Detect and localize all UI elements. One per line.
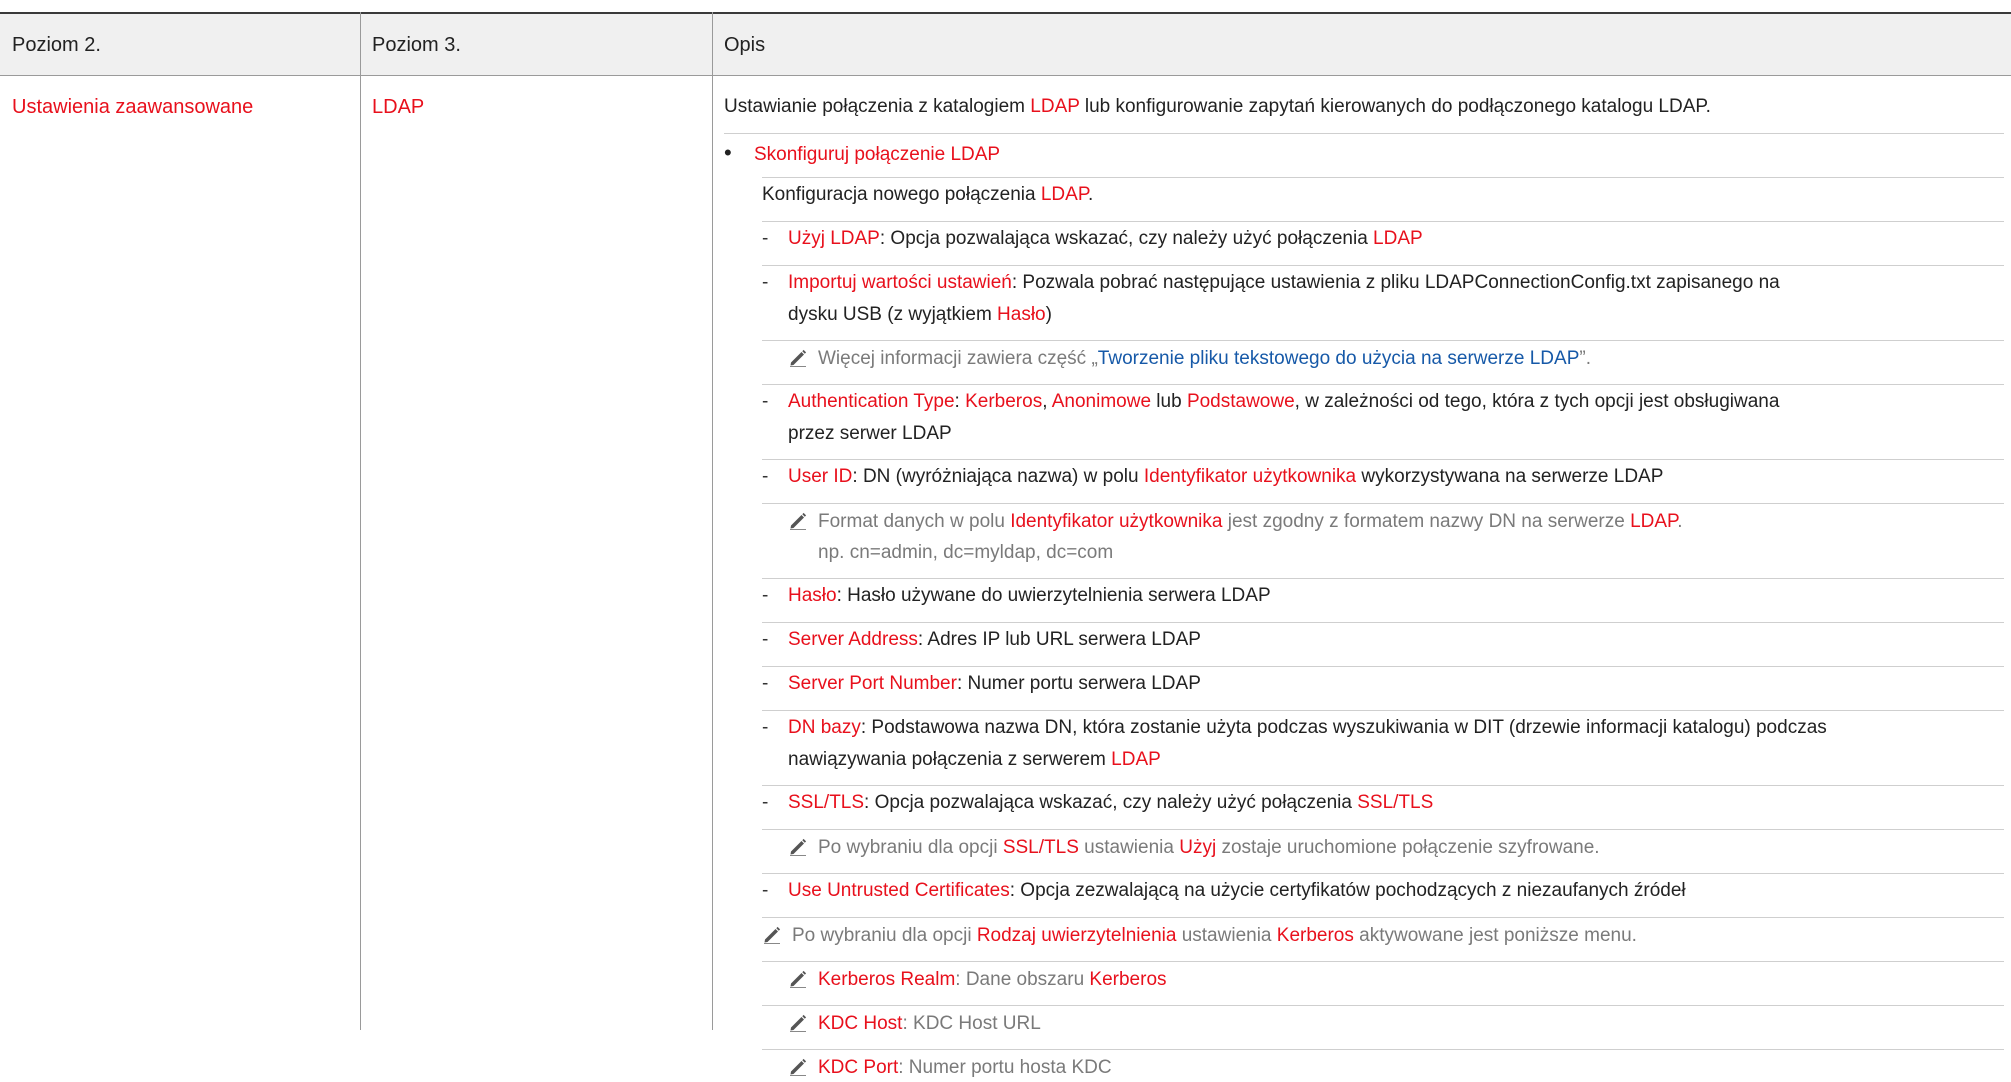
note-kdc-port: KDC Port: Numer portu hosta KDC — [788, 1056, 1112, 1082]
item-server-address: - Server Address: Adres IP lub URL serwer… — [762, 629, 1201, 650]
link-text-file[interactable]: Tworzenie pliku tekstowego do użycia na … — [1098, 348, 1580, 369]
item-server-port: - Server Port Number: Numer portu serwera… — [762, 673, 1201, 694]
note-kerberos-realm: Kerberos Realm: Dane obszaru Kerberos — [788, 968, 1167, 994]
header-description: Opis — [724, 34, 766, 56]
pencil-icon — [762, 924, 792, 950]
level3-cell: LDAP — [372, 96, 425, 118]
item-import-line2: dysku USB (z wyjątkiem Hasło) — [788, 304, 1052, 325]
pencil-icon — [788, 1012, 818, 1038]
pencil-icon — [788, 836, 818, 862]
header-level2: Poziom 2. — [12, 34, 101, 56]
note-user-id-example: np. cn=admin, dc=myldap, dc=com — [818, 542, 1114, 563]
bullet-dot: • — [724, 140, 732, 165]
item-auth-type: - Authentication Type: Kerberos, Anonimow… — [762, 391, 1780, 412]
bullet-configure: • Skonfiguruj połączenie LDAP — [724, 140, 1001, 165]
item-uzyj-ldap: - Użyj LDAP: Opcja pozwalająca wskazać, c… — [762, 228, 1423, 249]
level2-cell: Ustawienia zaawansowane — [12, 96, 254, 118]
intro-text: Ustawianie połączenia z katalogiem LDAP … — [724, 96, 1711, 117]
description-cell: Ustawianie połączenia z katalogiem LDAP … — [724, 76, 2004, 1078]
item-dn-line2: nawiązywania połączenia z serwerem LDAP — [788, 749, 1161, 770]
item-auth-line2: przez serwer LDAP — [788, 423, 952, 444]
pencil-icon — [788, 347, 818, 373]
pencil-icon — [788, 510, 818, 536]
item-dn-bazy: - DN bazy: Podstawowa nazwa DN, która zos… — [762, 717, 1827, 738]
header-level3: Poziom 3. — [372, 34, 461, 56]
note-kdc-host: KDC Host: KDC Host URL — [788, 1012, 1041, 1038]
item-haslo: - Hasło: Hasło używane do uwierzytelnieni… — [762, 585, 1271, 606]
row-separator — [724, 133, 2004, 134]
note-kerberos: Po wybraniu dla opcji Rodzaj uwierzyteln… — [762, 924, 1637, 950]
item-ssl-tls: - SSL/TLS: Opcja pozwalająca wskazać, czy… — [762, 792, 1434, 813]
pencil-icon — [788, 1056, 818, 1082]
note-ssl: Po wybraniu dla opcji SSL/TLS ustawienia… — [788, 836, 1600, 862]
config-text: Konfiguracja nowego połączenia LDAP. — [762, 184, 1094, 205]
pencil-icon — [788, 968, 818, 994]
table-header: Poziom 2. Poziom 3. Opis — [0, 12, 2011, 76]
item-untrusted-certs: - Use Untrusted Certificates: Opcja zezwa… — [762, 880, 1686, 901]
item-user-id: - User ID: DN (wyróżniająca nazwa) w polu… — [762, 466, 1664, 487]
note-import: Więcej informacji zawiera część „Tworzen… — [788, 347, 1591, 373]
note-user-id: Format danych w polu Identyfikator użytk… — [788, 510, 1683, 536]
table-row: Ustawienia zaawansowane LDAP Ustawianie … — [0, 76, 2011, 1078]
item-import: - Importuj wartości ustawień: Pozwala pob… — [762, 272, 1780, 293]
